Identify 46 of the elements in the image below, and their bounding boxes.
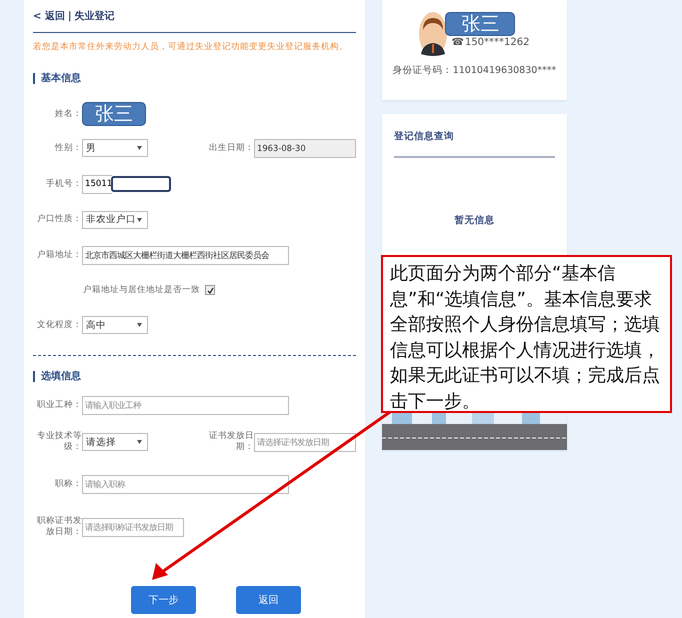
field-label: 文化程度：: [36, 320, 82, 330]
select-field[interactable]: 男: [82, 139, 148, 157]
field-label: 户籍地址：: [36, 250, 82, 260]
field-label: 姓名：: [54, 108, 82, 120]
date-field[interactable]: 请选择证书发放日期: [254, 432, 356, 452]
select-field[interactable]: 请选择: [82, 433, 148, 451]
field-label: 出生日期：: [208, 142, 254, 154]
section-title: 选填信息: [33, 371, 356, 382]
notice-text: 若您是本市常住外来劳动力人员，可通过失业登记功能变更失业登记服务机构。: [33, 41, 349, 53]
back-link[interactable]: < 返回: [33, 9, 65, 23]
field-label: 职称：: [54, 478, 82, 490]
callout-text: 此页面分为两个部分“基本信息”和“选填信息”。基本信息要求全部按照个人身份信息填写；选填信息可以根据个人情况进行选填，如果无此证书可以不填；完成后点击下一步。: [381, 255, 672, 413]
next-button[interactable]: 下一步: [131, 586, 196, 614]
select-field[interactable]: 非农业户口: [82, 210, 148, 228]
phone-number: 150****1262: [464, 37, 530, 48]
query-title: 登记信息查询: [394, 130, 555, 158]
date-field[interactable]: 1963-08-30: [254, 138, 356, 158]
checkbox-label: 户籍地址与居住地址是否一致: [83, 284, 200, 296]
separator: |: [68, 10, 72, 22]
phone-icon: ☎: [451, 37, 464, 48]
field-label: 专业技术等级：: [36, 431, 82, 453]
text-field[interactable]: 请输入职称: [82, 474, 289, 494]
checkbox[interactable]: [205, 285, 215, 295]
field-label: 职业工种：: [36, 400, 82, 410]
field-label: 手机号：: [45, 178, 82, 190]
caret-icon: [137, 146, 142, 150]
text-field[interactable]: 请输入职业工种: [82, 396, 289, 414]
select-field[interactable]: 高中: [82, 316, 148, 334]
field-label: 职称证书发放日期：: [36, 516, 82, 538]
section-title: 基本信息: [33, 73, 356, 84]
caret-icon: [137, 218, 142, 222]
profile-name: 张三: [445, 12, 516, 36]
text-field[interactable]: 北京市西城区大栅栏街道大栅栏西街社区居民委员会: [82, 246, 289, 264]
caret-icon: [137, 440, 142, 444]
date-field[interactable]: 请选择职称证书发放日期: [82, 518, 184, 536]
caret-icon: [137, 323, 142, 327]
field-label: 户口性质：: [36, 214, 82, 225]
field-label: 性别：: [54, 142, 82, 154]
empty-message: 暂无信息: [454, 214, 496, 227]
redaction-mark: [111, 176, 171, 192]
page-title: 失业登记: [74, 10, 115, 23]
id-number: 身份证号码：11010419630830****: [392, 64, 556, 77]
avatar-icon: [419, 12, 448, 56]
field-label: 证书发放日期：: [208, 431, 254, 453]
back-button[interactable]: 返回: [236, 586, 301, 614]
name-value: 张三: [82, 102, 146, 126]
